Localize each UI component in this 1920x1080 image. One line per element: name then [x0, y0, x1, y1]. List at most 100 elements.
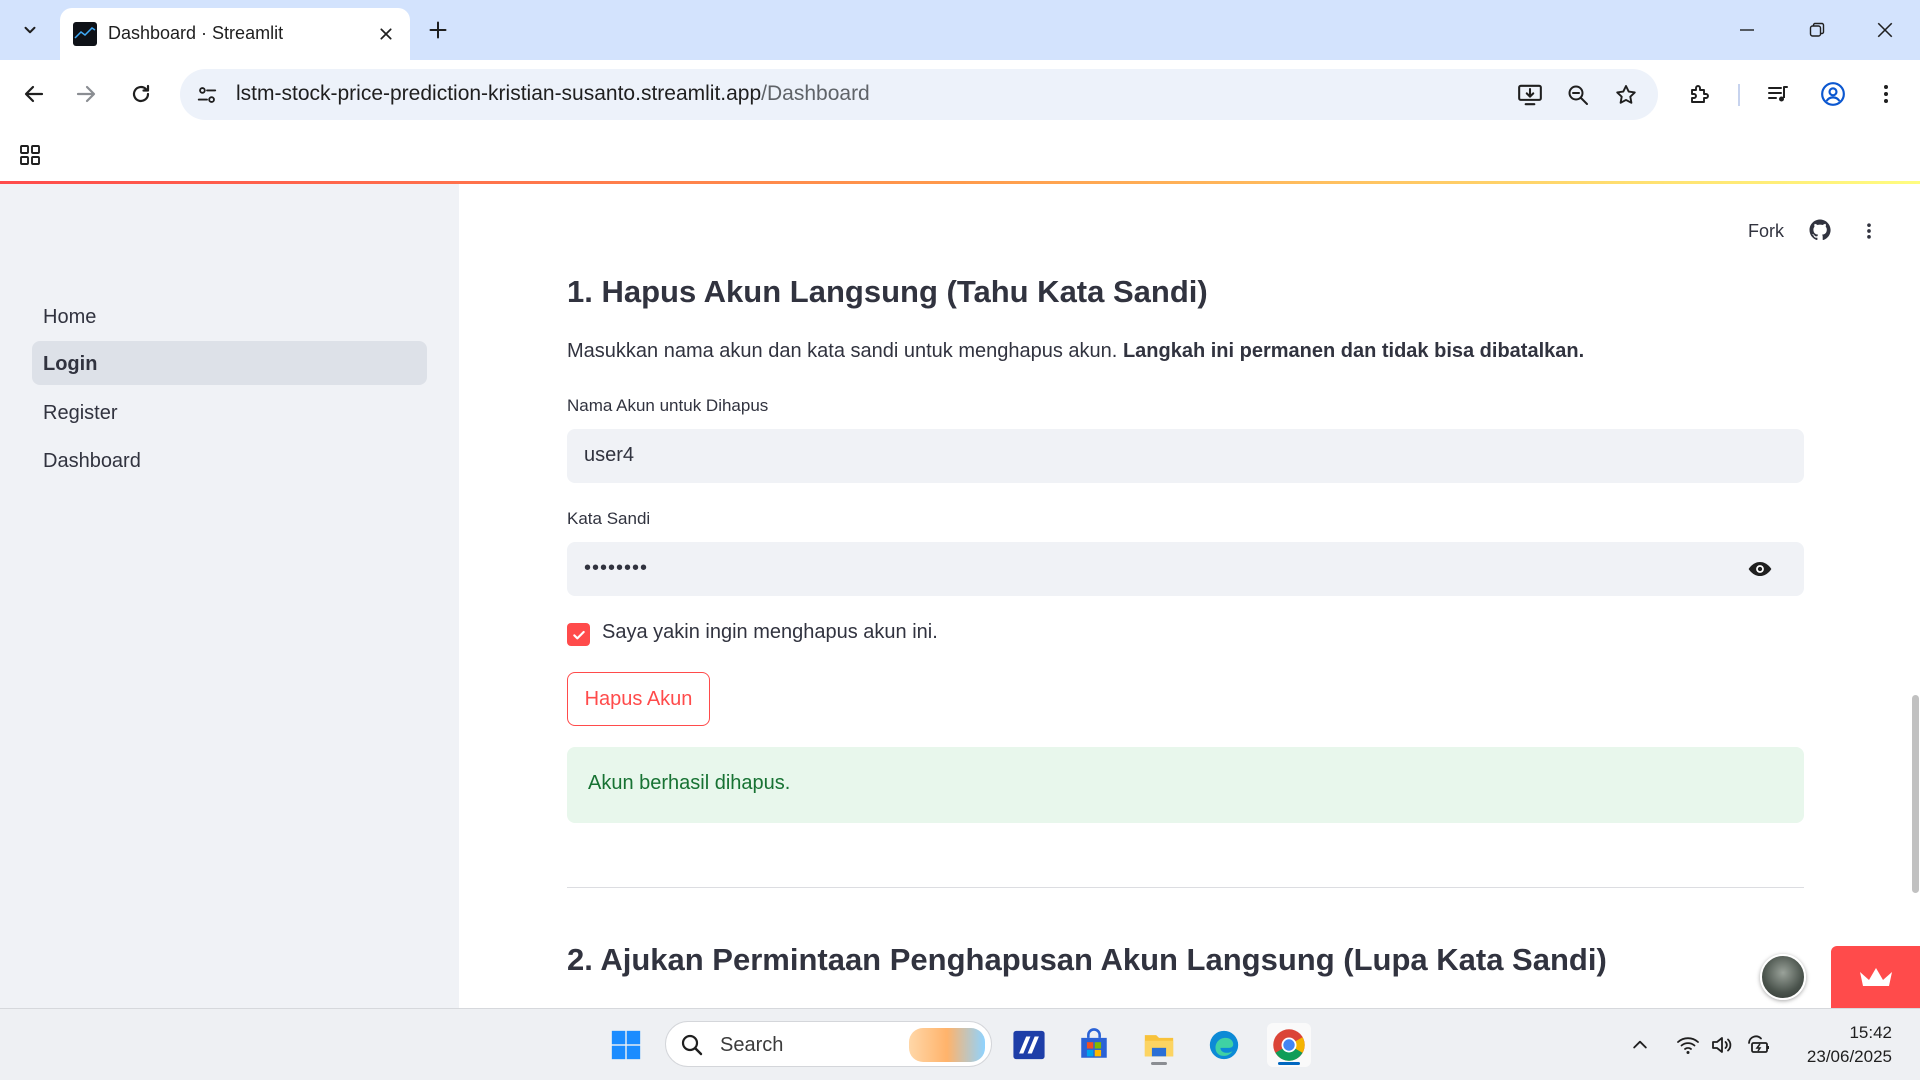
- tab-title: Dashboard · Streamlit: [108, 23, 284, 43]
- url-path: /Dashboard: [761, 82, 870, 105]
- taskbar-app-file-explorer[interactable]: [1137, 1023, 1181, 1067]
- chrome-menu-button[interactable]: [1866, 74, 1906, 114]
- taskbar-app-teams[interactable]: [1007, 1023, 1051, 1067]
- extensions-button[interactable]: [1680, 74, 1720, 114]
- avatar[interactable]: [1760, 954, 1806, 1000]
- account-name-value: user4: [584, 444, 635, 466]
- chrome-icon: [1273, 1029, 1305, 1061]
- wifi-icon[interactable]: [1674, 1031, 1702, 1059]
- section-1-title: 1. Hapus Akun Langsung (Tahu Kata Sandi): [567, 274, 1208, 309]
- music-queue-icon: [1768, 86, 1788, 102]
- chevron-down-icon: [24, 26, 36, 34]
- folder-icon: [1144, 1035, 1174, 1057]
- sidebar-item-login[interactable]: Login: [32, 341, 427, 385]
- search-placeholder: Search: [720, 1034, 784, 1056]
- account-name-input[interactable]: user4: [567, 429, 1804, 483]
- description-warning: Langkah ini permanen dan tidak bisa diba…: [1122, 340, 1585, 362]
- clock-date[interactable]: 23/06/2025: [1807, 1047, 1892, 1067]
- confirm-checkbox[interactable]: [567, 623, 590, 646]
- plus-icon: [429, 21, 447, 39]
- sidebar-item-home[interactable]: Home: [32, 294, 427, 338]
- minimize-icon: [1740, 29, 1754, 31]
- section-2-title: 2. Ajukan Permintaan Penghapusan Akun La…: [567, 942, 1607, 977]
- sidebar-item-label: Dashboard: [43, 450, 141, 472]
- url-text[interactable]: lstm-stock-price-prediction-kristian-sus…: [236, 82, 870, 106]
- sidebar-item-label: Login: [43, 353, 98, 375]
- back-button[interactable]: [14, 74, 54, 114]
- description-text: Masukkan nama akun dan kata sandi untuk …: [567, 340, 1118, 362]
- media-controls-button[interactable]: [1758, 74, 1798, 114]
- password-label: Kata Sandi: [567, 509, 651, 528]
- browser-tab[interactable]: Dashboard · Streamlit: [60, 8, 410, 60]
- close-window-button[interactable]: [1860, 12, 1910, 48]
- restore-button[interactable]: [1792, 12, 1842, 48]
- close-icon: [380, 28, 392, 40]
- show-hidden-icons-button[interactable]: [1626, 1031, 1654, 1059]
- github-icon[interactable]: [1808, 218, 1834, 244]
- main-content: Fork 1. Hapus Akun Langsung (Tahu Kata S…: [459, 184, 1920, 1008]
- confirm-checkbox-label[interactable]: Saya yakin ingin menghapus akun ini.: [602, 621, 938, 644]
- sidebar-item-label: Register: [43, 402, 118, 424]
- success-alert: Akun berhasil dihapus.: [567, 747, 1804, 823]
- fork-button[interactable]: Fork: [1748, 221, 1784, 242]
- browser-toolbar: lstm-stock-price-prediction-kristian-sus…: [0, 60, 1920, 129]
- search-icon: [680, 1033, 704, 1057]
- arrow-right-icon: [76, 85, 96, 103]
- forward-button[interactable]: [66, 74, 106, 114]
- edge-icon: [1209, 1030, 1239, 1060]
- url-domain: lstm-stock-price-prediction-kristian-sus…: [236, 82, 762, 105]
- tab-search-button[interactable]: [10, 10, 50, 50]
- password-input[interactable]: ••••••••: [567, 542, 1804, 596]
- zoom-out-icon[interactable]: [1562, 79, 1594, 111]
- taskbar-app-edge[interactable]: [1202, 1023, 1246, 1067]
- sidebar-item-dashboard[interactable]: Dashboard: [32, 438, 427, 482]
- reload-button[interactable]: [121, 74, 161, 114]
- apps-grid-icon: [20, 145, 40, 165]
- tab-close-button[interactable]: [372, 20, 400, 48]
- apps-button[interactable]: [12, 137, 48, 173]
- delete-account-button[interactable]: Hapus Akun: [567, 672, 710, 726]
- section-divider: [567, 887, 1804, 888]
- taskbar-app-chrome[interactable]: [1267, 1023, 1311, 1067]
- close-icon: [1877, 22, 1893, 38]
- restore-icon: [1809, 22, 1825, 37]
- success-message: Akun berhasil dihapus.: [588, 772, 791, 794]
- section-1-description: Masukkan nama akun dan kata sandi untuk …: [567, 340, 1584, 363]
- page-scrollbar[interactable]: [1912, 695, 1919, 893]
- battery-charging-icon[interactable]: [1745, 1031, 1773, 1059]
- bookmarks-bar: [0, 129, 1920, 181]
- search-highlight-image: [909, 1028, 985, 1062]
- crown-icon: [1859, 968, 1892, 986]
- streamlit-badge-button[interactable]: [1831, 946, 1920, 1008]
- show-password-button[interactable]: [1746, 556, 1774, 582]
- check-icon: [572, 630, 585, 639]
- clock-time[interactable]: 15:42: [1849, 1023, 1892, 1043]
- running-indicator: [1278, 1062, 1300, 1065]
- account-circle-icon: [1821, 82, 1845, 106]
- start-button[interactable]: [604, 1023, 648, 1067]
- chevron-up-icon: [1633, 1040, 1647, 1049]
- sidebar-item-label: Home: [43, 306, 97, 328]
- profile-button[interactable]: [1813, 74, 1853, 114]
- volume-icon[interactable]: [1708, 1031, 1736, 1059]
- store-icon: [1081, 1028, 1107, 1058]
- taskbar-search[interactable]: Search: [665, 1021, 992, 1067]
- taskbar-app-store[interactable]: [1072, 1023, 1116, 1067]
- minimize-button[interactable]: [1722, 12, 1772, 48]
- reload-icon: [132, 84, 150, 103]
- sidebar: Home Login Register Dashboard: [0, 184, 459, 1008]
- new-tab-button[interactable]: [420, 12, 456, 48]
- toolbar-divider: [1738, 84, 1740, 106]
- password-value: ••••••••: [584, 557, 649, 579]
- sidebar-item-register[interactable]: Register: [32, 390, 427, 434]
- bookmark-star-icon[interactable]: [1610, 79, 1642, 111]
- address-bar[interactable]: lstm-stock-price-prediction-kristian-sus…: [180, 69, 1658, 120]
- more-vertical-icon: [1884, 85, 1888, 103]
- site-info-icon[interactable]: [192, 80, 222, 110]
- browser-tab-bar: Dashboard · Streamlit: [0, 0, 1920, 60]
- taskbar: Search 15:42 23/06/2025: [0, 1008, 1920, 1080]
- app-menu-button[interactable]: [1857, 218, 1881, 244]
- windows-logo-icon: [611, 1030, 641, 1060]
- install-app-icon[interactable]: [1514, 79, 1546, 111]
- account-name-label: Nama Akun untuk Dihapus: [567, 396, 769, 415]
